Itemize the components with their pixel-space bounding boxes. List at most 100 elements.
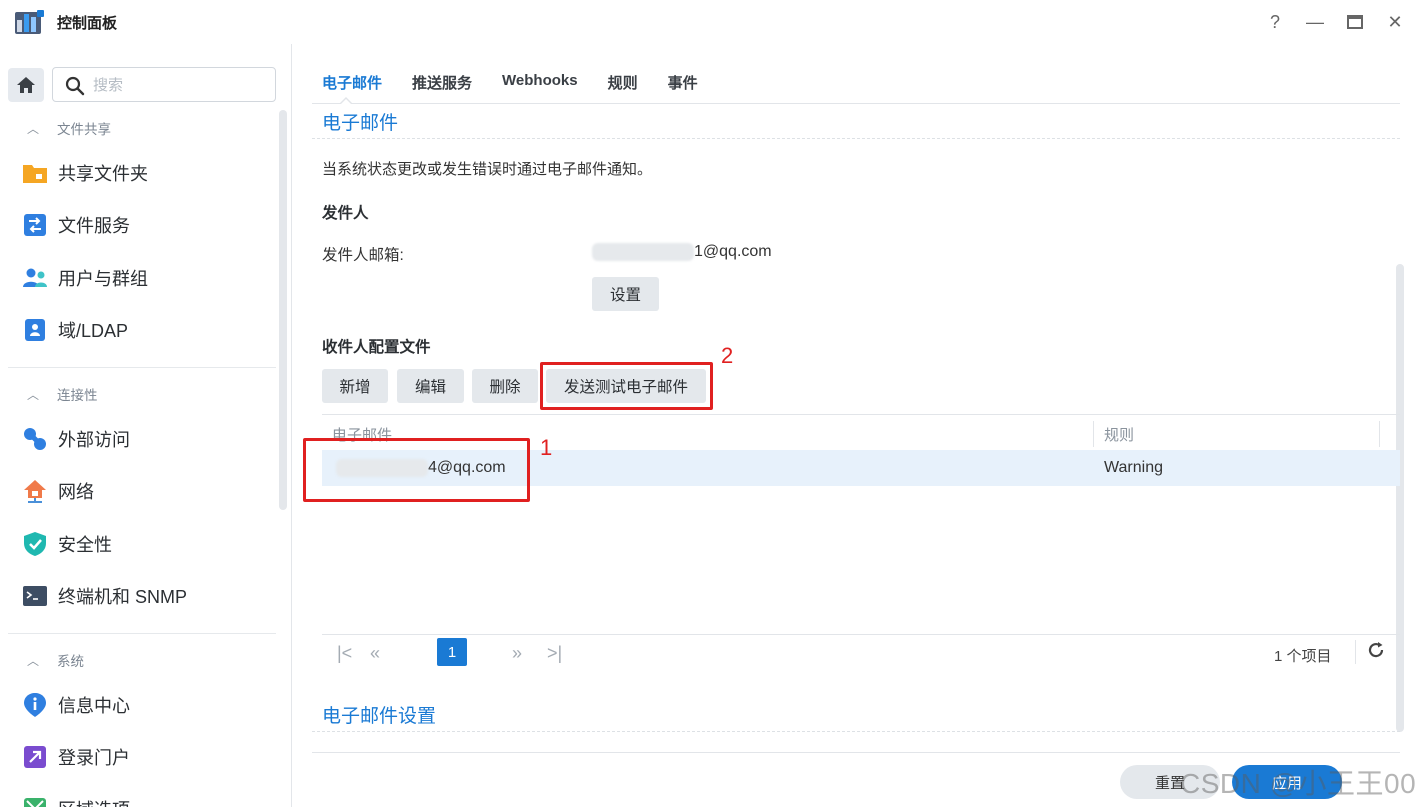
sidebar-item-terminal-snmp[interactable]: 终端机和 SNMP [22,579,187,613]
chevron-up-icon: ︿ [27,121,40,136]
section-header-file-sharing[interactable]: ︿ 文件共享 [27,118,111,138]
sidebar-item-label: 终端机和 SNMP [58,587,188,607]
item-count: 1 个项目 [1274,648,1332,665]
add-button[interactable]: 新增 [322,369,388,403]
sidebar-scrollbar[interactable] [279,110,287,510]
row-rule: Warning [1104,459,1163,476]
sidebar-divider [8,367,276,368]
email-description: 当系统状态更改或发生错误时通过电子邮件通知。 [322,161,653,178]
column-header-rule[interactable]: 规则 [1104,424,1134,445]
home-button[interactable] [8,68,44,102]
next-page-icon[interactable]: » [512,643,522,664]
main-panel: 电子邮件 推送服务 Webhooks 规则 事件 电子邮件 当系统状态更改或发生… [292,44,1416,807]
apply-button[interactable]: 应用 [1232,765,1342,799]
tab-rules[interactable]: 规则 [608,72,638,93]
sidebar-item-label: 安全性 [58,535,112,555]
regional-options-icon [22,796,48,807]
footer-divider [312,752,1400,753]
sidebar-item-regional-options[interactable]: 区域选项 [22,792,130,807]
sidebar-item-security[interactable]: 安全性 [22,527,112,561]
redacted-blur [592,243,694,261]
sidebar-item-shared-folder[interactable]: 共享文件夹 [22,156,148,190]
chevron-up-icon: ︿ [27,387,40,402]
sidebar-item-label: 信息中心 [58,696,130,716]
search-input[interactable] [93,75,263,95]
email-settings-title: 电子邮件设置 [322,706,437,727]
annotation-number-1: 1 [540,435,553,460]
window-title: 控制面板 [57,15,118,32]
delete-button[interactable]: 删除 [472,369,538,403]
sidebar-item-label: 外部访问 [58,430,130,450]
sender-email-text: 1@qq.com [694,243,772,260]
control-panel-logo-icon [15,8,45,34]
tab-webhooks[interactable]: Webhooks [502,72,578,93]
sidebar: ︿ 文件共享 共享文件夹 文件服务 用户与群组 域/LDAP ︿ 连接性 外部访… [0,44,292,807]
sidebar-divider [8,633,276,634]
sidebar-item-label: 文件服务 [58,216,130,236]
tab-divider [312,103,1400,104]
network-house-icon [22,478,48,504]
folder-icon [22,160,48,186]
sidebar-item-domain-ldap[interactable]: 域/LDAP [22,313,128,347]
chevron-up-icon: ︿ [27,653,40,668]
sidebar-item-info-center[interactable]: 信息中心 [22,688,130,722]
sidebar-item-label: 用户与群组 [58,269,148,289]
first-page-icon[interactable]: |< [337,643,352,664]
section-label: 系统 [57,654,84,669]
sender-settings-button[interactable]: 设置 [592,277,659,311]
column-separator [1093,421,1094,447]
current-page-button[interactable]: 1 [437,638,467,666]
section-header-connectivity[interactable]: ︿ 连接性 [27,384,98,404]
domain-ldap-icon [22,317,48,343]
recipient-profiles-heading: 收件人配置文件 [322,339,431,356]
sidebar-item-label: 共享文件夹 [58,164,148,184]
sidebar-item-label: 网络 [58,482,94,502]
tab-bar: 电子邮件 推送服务 Webhooks 规则 事件 [322,72,728,93]
last-page-icon[interactable]: >| [547,643,562,664]
sidebar-item-label: 区域选项 [58,796,130,807]
sender-heading: 发件人 [322,205,369,222]
pager-separator [1355,640,1356,664]
annotation-number-2: 2 [721,343,734,368]
users-icon [22,265,48,291]
section-divider [312,731,1400,732]
section-label: 连接性 [57,388,98,403]
close-button[interactable]: ✕ [1381,8,1409,36]
sender-email-label: 发件人邮箱: [322,247,404,264]
login-portal-icon [22,744,48,770]
tab-events[interactable]: 事件 [668,72,698,93]
column-separator [1379,421,1380,447]
refresh-icon[interactable] [1367,641,1385,664]
tab-email[interactable]: 电子邮件 [322,72,382,93]
reset-button[interactable]: 重置 [1120,765,1220,799]
annotation-box-send-test [540,362,713,410]
sidebar-item-login-portal[interactable]: 登录门户 [22,740,130,774]
sidebar-item-label: 登录门户 [58,748,130,768]
active-tab-indicator-inner [340,99,352,105]
external-access-icon [22,426,48,452]
pagination: |< « 1 » >| 1 个项目 [322,634,1400,670]
title-bar: 控制面板 ? — ✕ [0,0,1416,44]
help-button[interactable]: ? [1261,8,1289,36]
search-icon [65,76,85,96]
maximize-button[interactable] [1341,8,1369,36]
shield-icon [22,531,48,557]
sidebar-item-file-services[interactable]: 文件服务 [22,208,130,242]
sidebar-item-label: 域/LDAP [58,321,129,341]
previous-page-icon[interactable]: « [370,643,380,664]
minimize-button[interactable]: — [1301,8,1329,36]
info-icon [22,692,48,718]
sender-email-value: 1@qq.com [592,243,772,261]
sidebar-item-users-groups[interactable]: 用户与群组 [22,261,148,295]
file-services-icon [22,212,48,238]
section-divider [312,138,1400,139]
tab-push-service[interactable]: 推送服务 [412,72,472,93]
section-label: 文件共享 [57,122,111,137]
section-header-system[interactable]: ︿ 系统 [27,650,84,670]
search-box[interactable] [52,67,276,102]
edit-button[interactable]: 编辑 [397,369,464,403]
sidebar-item-external-access[interactable]: 外部访问 [22,422,130,456]
home-icon [17,77,35,93]
email-section-title: 电子邮件 [322,113,399,134]
sidebar-item-network[interactable]: 网络 [22,474,94,508]
